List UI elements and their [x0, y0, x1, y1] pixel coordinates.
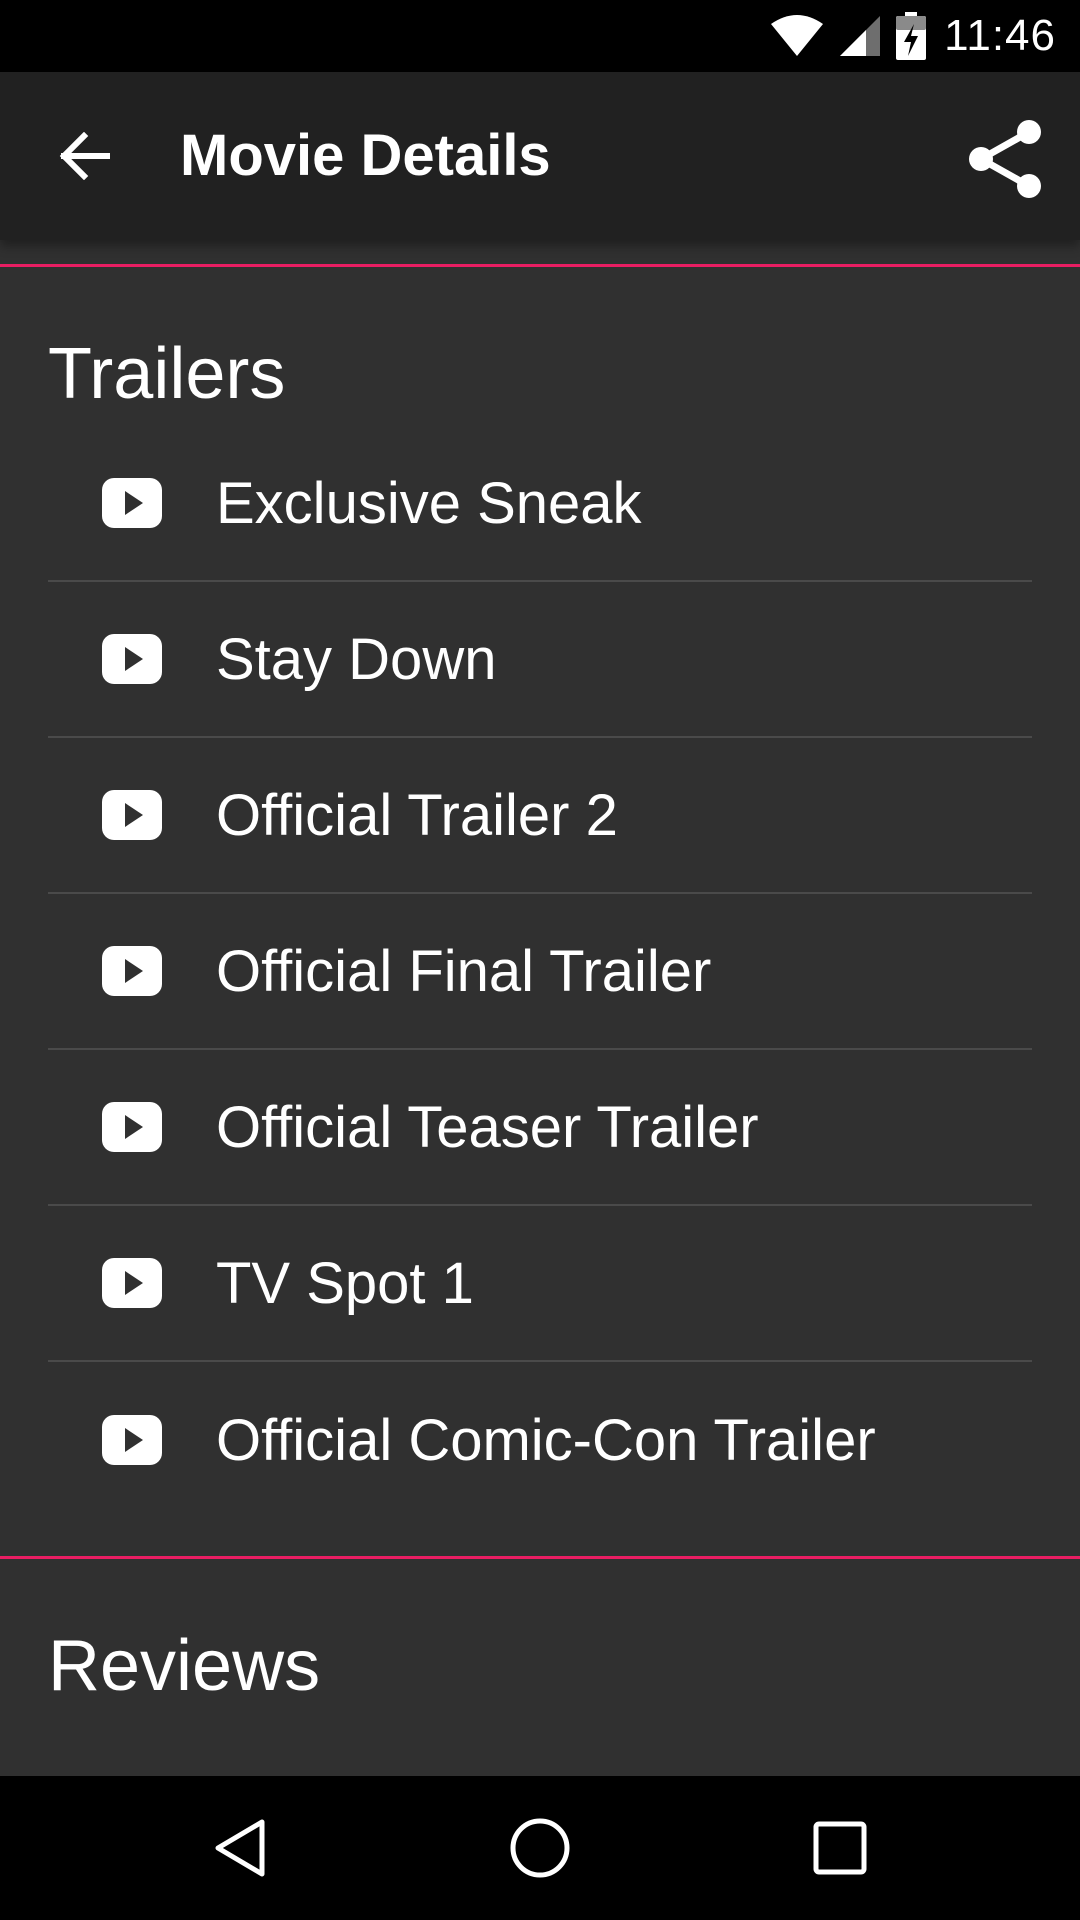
page-title: Movie Details — [180, 123, 551, 188]
trailer-item[interactable]: Official Comic-Con Trailer — [48, 1362, 1032, 1518]
app-bar: Movie Details — [0, 72, 1080, 240]
nav-home-button[interactable] — [504, 1812, 576, 1884]
reviews-heading: Reviews — [48, 1626, 321, 1706]
status-icons: 11:46 — [770, 0, 1056, 72]
share-button[interactable] — [960, 114, 1050, 204]
trailer-item[interactable]: Official Teaser Trailer — [48, 1050, 1032, 1206]
trailer-item[interactable]: Stay Down — [48, 582, 1032, 738]
play-video-icon — [102, 946, 162, 996]
battery-charging-icon — [896, 12, 927, 60]
cell-signal-icon — [840, 16, 881, 56]
trailer-label: Stay Down — [216, 626, 497, 692]
trailer-label: Official Trailer 2 — [216, 782, 618, 848]
trailers-heading: Trailers — [48, 334, 286, 414]
play-video-icon — [102, 634, 162, 684]
nav-recents-button[interactable] — [804, 1812, 876, 1884]
arrow-back-icon — [59, 132, 110, 180]
play-video-icon — [102, 1102, 162, 1152]
play-video-icon — [102, 790, 162, 840]
share-icon — [969, 120, 1041, 198]
wifi-icon — [771, 15, 824, 56]
back-button[interactable] — [42, 114, 126, 198]
status-bar: 11:46 — [0, 0, 1080, 72]
nav-back-button[interactable] — [204, 1812, 276, 1884]
trailer-label: Official Final Trailer — [216, 938, 712, 1004]
trailer-label: TV Spot 1 — [216, 1250, 474, 1316]
trailer-item[interactable]: Official Trailer 2 — [48, 738, 1032, 894]
play-video-icon — [102, 1258, 162, 1308]
back-triangle-icon — [215, 1819, 265, 1877]
play-video-icon — [102, 1415, 162, 1465]
status-time: 11:46 — [944, 11, 1056, 60]
trailer-item[interactable]: Official Final Trailer — [48, 894, 1032, 1050]
recents-square-icon — [813, 1821, 867, 1875]
trailer-item[interactable]: TV Spot 1 — [48, 1206, 1032, 1362]
system-nav-bar — [0, 1776, 1080, 1920]
trailer-label: Exclusive Sneak — [216, 470, 642, 536]
section-divider-top — [0, 264, 1080, 267]
play-video-icon — [102, 478, 162, 528]
movie-details-content[interactable]: Trailers Exclusive Sneak Stay Down Offic… — [0, 240, 1080, 1776]
trailer-list: Exclusive Sneak Stay Down Official Trail… — [48, 426, 1032, 1518]
trailer-item[interactable]: Exclusive Sneak — [48, 426, 1032, 582]
section-divider-reviews — [0, 1556, 1080, 1559]
trailer-label: Official Comic-Con Trailer — [216, 1407, 876, 1473]
trailer-label: Official Teaser Trailer — [216, 1094, 759, 1160]
home-circle-icon — [510, 1818, 570, 1878]
